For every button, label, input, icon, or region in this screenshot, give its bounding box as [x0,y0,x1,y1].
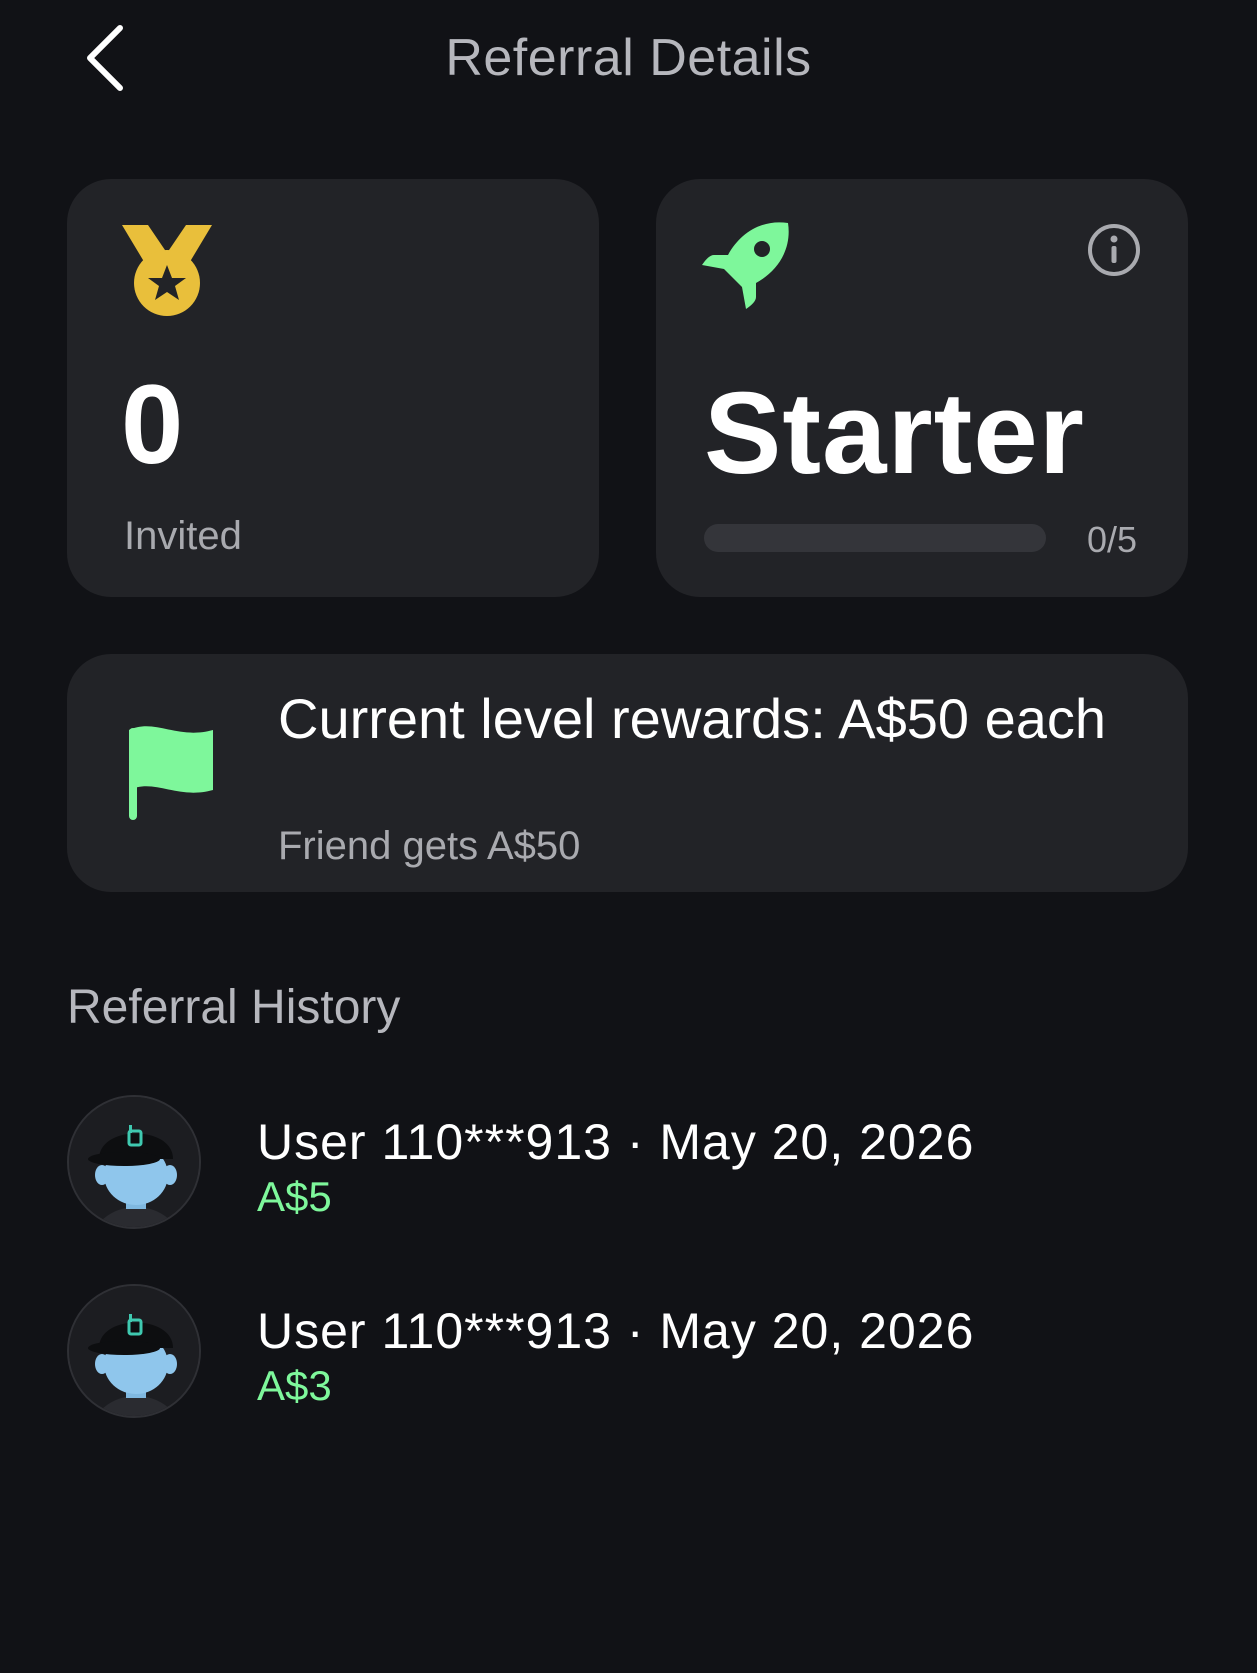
level-progress-text: 0/5 [1087,519,1138,560]
history-item-text: User 110***913 · May 20, 2026 [257,1114,975,1170]
avatar [67,1095,201,1229]
history-item-amount: A$3 [257,1362,332,1409]
rewards-subtitle: Friend gets A$50 [278,824,581,868]
referral-history-title: Referral History [67,981,401,1034]
rewards-title: Current level rewards: A$50 each [278,687,1106,750]
header: Referral Details [0,0,1257,125]
level-name: Starter [704,368,1085,498]
user-avatar-icon [69,1286,199,1416]
level-progress-bar [704,524,1046,552]
info-icon[interactable] [1087,223,1141,277]
rewards-card: Current level rewards: A$50 each Friend … [67,654,1188,892]
avatar [67,1284,201,1418]
history-item[interactable]: User 110***913 · May 20, 2026 A$5 [67,1095,1188,1229]
invited-count: 0 [121,362,184,487]
page-title: Referral Details [445,29,812,87]
referral-details-screen: Referral Details 0 Invited Starter 0/5 C… [0,0,1257,1673]
rocket-icon [702,222,789,309]
history-item[interactable]: User 110***913 · May 20, 2026 A$3 [67,1284,1188,1418]
invited-label: Invited [124,514,242,558]
flag-icon [129,726,213,820]
history-item-text: User 110***913 · May 20, 2026 [257,1303,975,1359]
level-card: Starter 0/5 [656,179,1188,597]
user-avatar-icon [69,1097,199,1227]
invited-card: 0 Invited [67,179,599,597]
history-item-amount: A$5 [257,1173,332,1220]
medal-icon [122,225,212,316]
